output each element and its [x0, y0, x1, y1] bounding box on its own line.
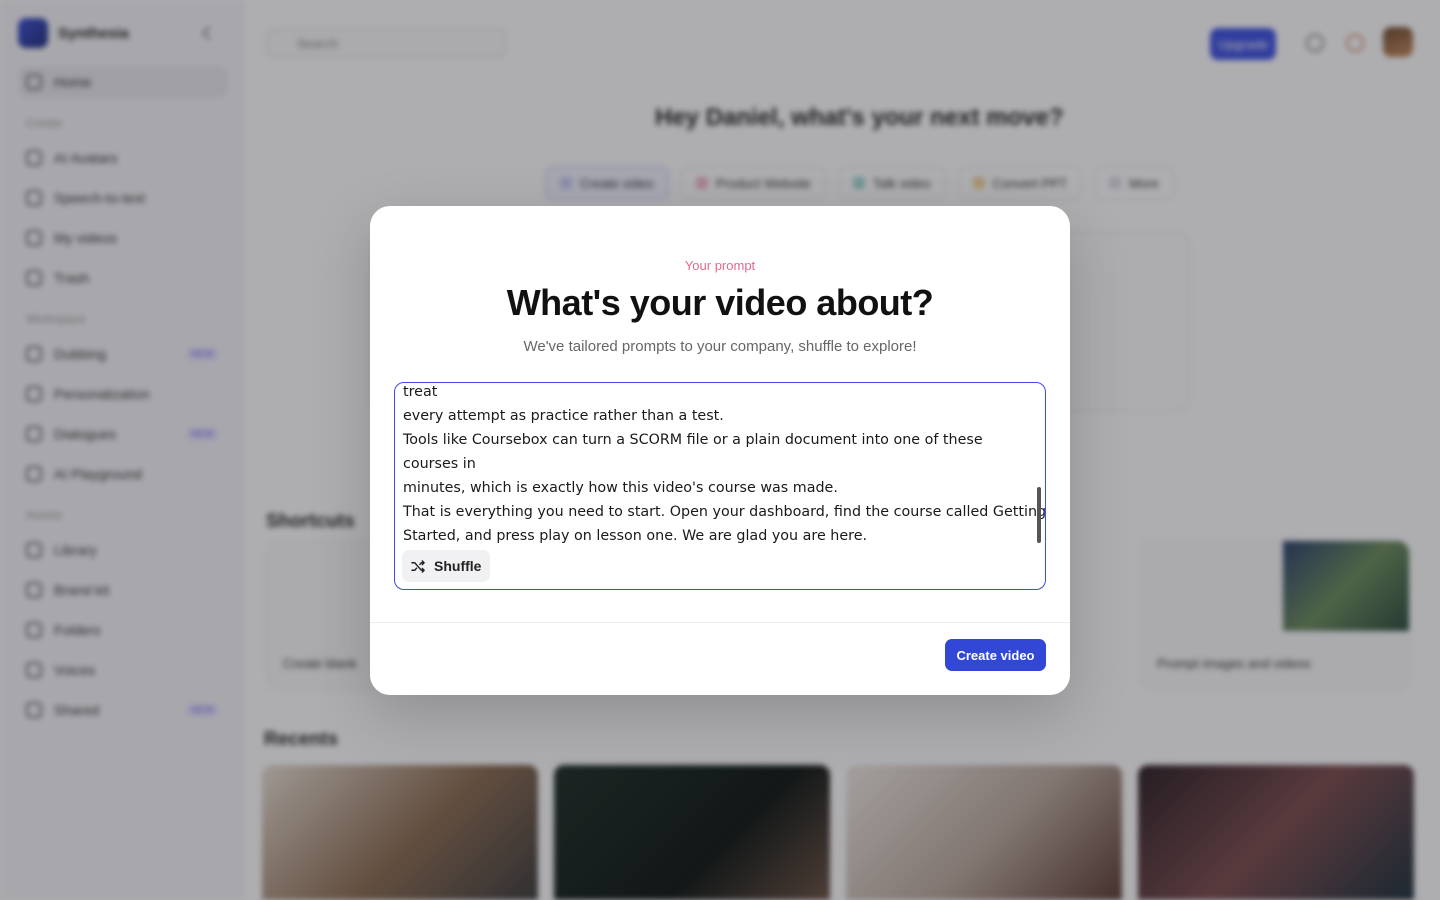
prompt-textarea[interactable]: treat every attempt as practice rather th… [394, 382, 1046, 590]
prompt-line: courses in [403, 456, 476, 472]
prompt-line: treat [403, 384, 438, 400]
modal-subtitle: We've tailored prompts to your company, … [523, 338, 917, 355]
prompt-line: Tools like Coursebox can turn a SCORM fi… [403, 432, 983, 448]
create-video-button[interactable]: Create video [945, 639, 1046, 671]
prompt-line: That is everything you need to start. Op… [403, 504, 1045, 520]
prompt-text: treat every attempt as practice rather th… [403, 383, 1045, 548]
prompt-scrollbar[interactable] [1037, 487, 1041, 543]
shuffle-icon [411, 559, 425, 573]
prompt-scroll-area[interactable]: treat every attempt as practice rather th… [395, 383, 1045, 589]
shuffle-label: Shuffle [434, 558, 482, 574]
shuffle-button[interactable]: Shuffle [402, 550, 490, 582]
modal-title: What's your video about? [506, 282, 934, 323]
modal-divider [370, 622, 1070, 623]
prompt-line: every attempt as practice rather than a … [403, 408, 724, 424]
prompt-line: minutes, which is exactly how this video… [403, 480, 838, 496]
modal-eyebrow: Your prompt [370, 258, 1070, 273]
prompt-modal: Your prompt What's your video about? We'… [370, 206, 1070, 695]
prompt-line: Started, and press play on lesson one. W… [403, 528, 868, 544]
